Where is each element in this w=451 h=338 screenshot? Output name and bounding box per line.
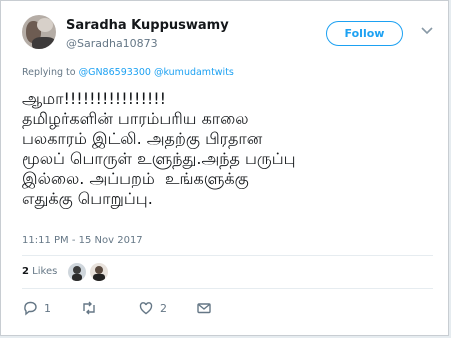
tweet-line: மூலப் பொருள் உளுந்து.அந்த பருப்பு — [22, 149, 296, 168]
message-icon — [197, 303, 211, 314]
tweet-card: Saradha Kuppuswamy @Saradha10873 Follow … — [0, 0, 449, 336]
author-display-name[interactable]: Saradha Kuppuswamy — [66, 18, 229, 33]
reply-count: 1 — [44, 301, 51, 315]
reply-context: Replying to @GN86593300 @kumudamtwits — [22, 67, 234, 78]
tweet-line: பலகாரம் இட்லி. அதற்கு பிரதான — [22, 129, 263, 148]
tweet-line: தமிழர்களின் பாரம்பரிய காலை — [22, 109, 249, 128]
likes-label: Likes — [32, 266, 58, 277]
mention-link[interactable]: @kumudamtwits — [154, 67, 234, 78]
liker-avatar[interactable] — [90, 263, 108, 281]
author-handle[interactable]: @Saradha10873 — [66, 37, 158, 50]
reply-prefix: Replying to — [22, 67, 76, 78]
direct-message-button[interactable] — [196, 300, 212, 316]
tweet-line: இல்லை. அப்பறம் உங்களுக்கு — [22, 169, 249, 188]
tweet-text: ஆமா!!!!!!!!!!!!!!!! தமிழர்களின் பாரம்பரிய… — [22, 89, 440, 209]
tweet-line: ஆமா!!!!!!!!!!!!!!!! — [22, 89, 167, 108]
follow-button[interactable]: Follow — [326, 21, 403, 46]
divider — [22, 255, 433, 256]
likes-count: 2 — [22, 266, 29, 277]
like-count: 2 — [160, 301, 167, 315]
author-avatar[interactable] — [22, 15, 56, 49]
like-button[interactable]: 2 — [138, 300, 167, 316]
tweet-line: எதுக்கு பொறுப்பு. — [22, 189, 153, 208]
chevron-down-icon[interactable] — [420, 26, 434, 36]
retweet-button[interactable] — [81, 300, 103, 316]
heart-icon — [139, 302, 153, 315]
divider — [22, 288, 433, 289]
likes-summary[interactable]: 2 Likes — [22, 266, 57, 277]
liker-avatar[interactable] — [68, 263, 86, 281]
reply-icon — [24, 301, 37, 316]
tweet-timestamp[interactable]: 11:11 PM - 15 Nov 2017 — [22, 235, 143, 246]
mention-link[interactable]: @GN86593300 — [79, 67, 151, 78]
retweet-icon — [83, 301, 95, 315]
reply-button[interactable]: 1 — [22, 300, 51, 316]
